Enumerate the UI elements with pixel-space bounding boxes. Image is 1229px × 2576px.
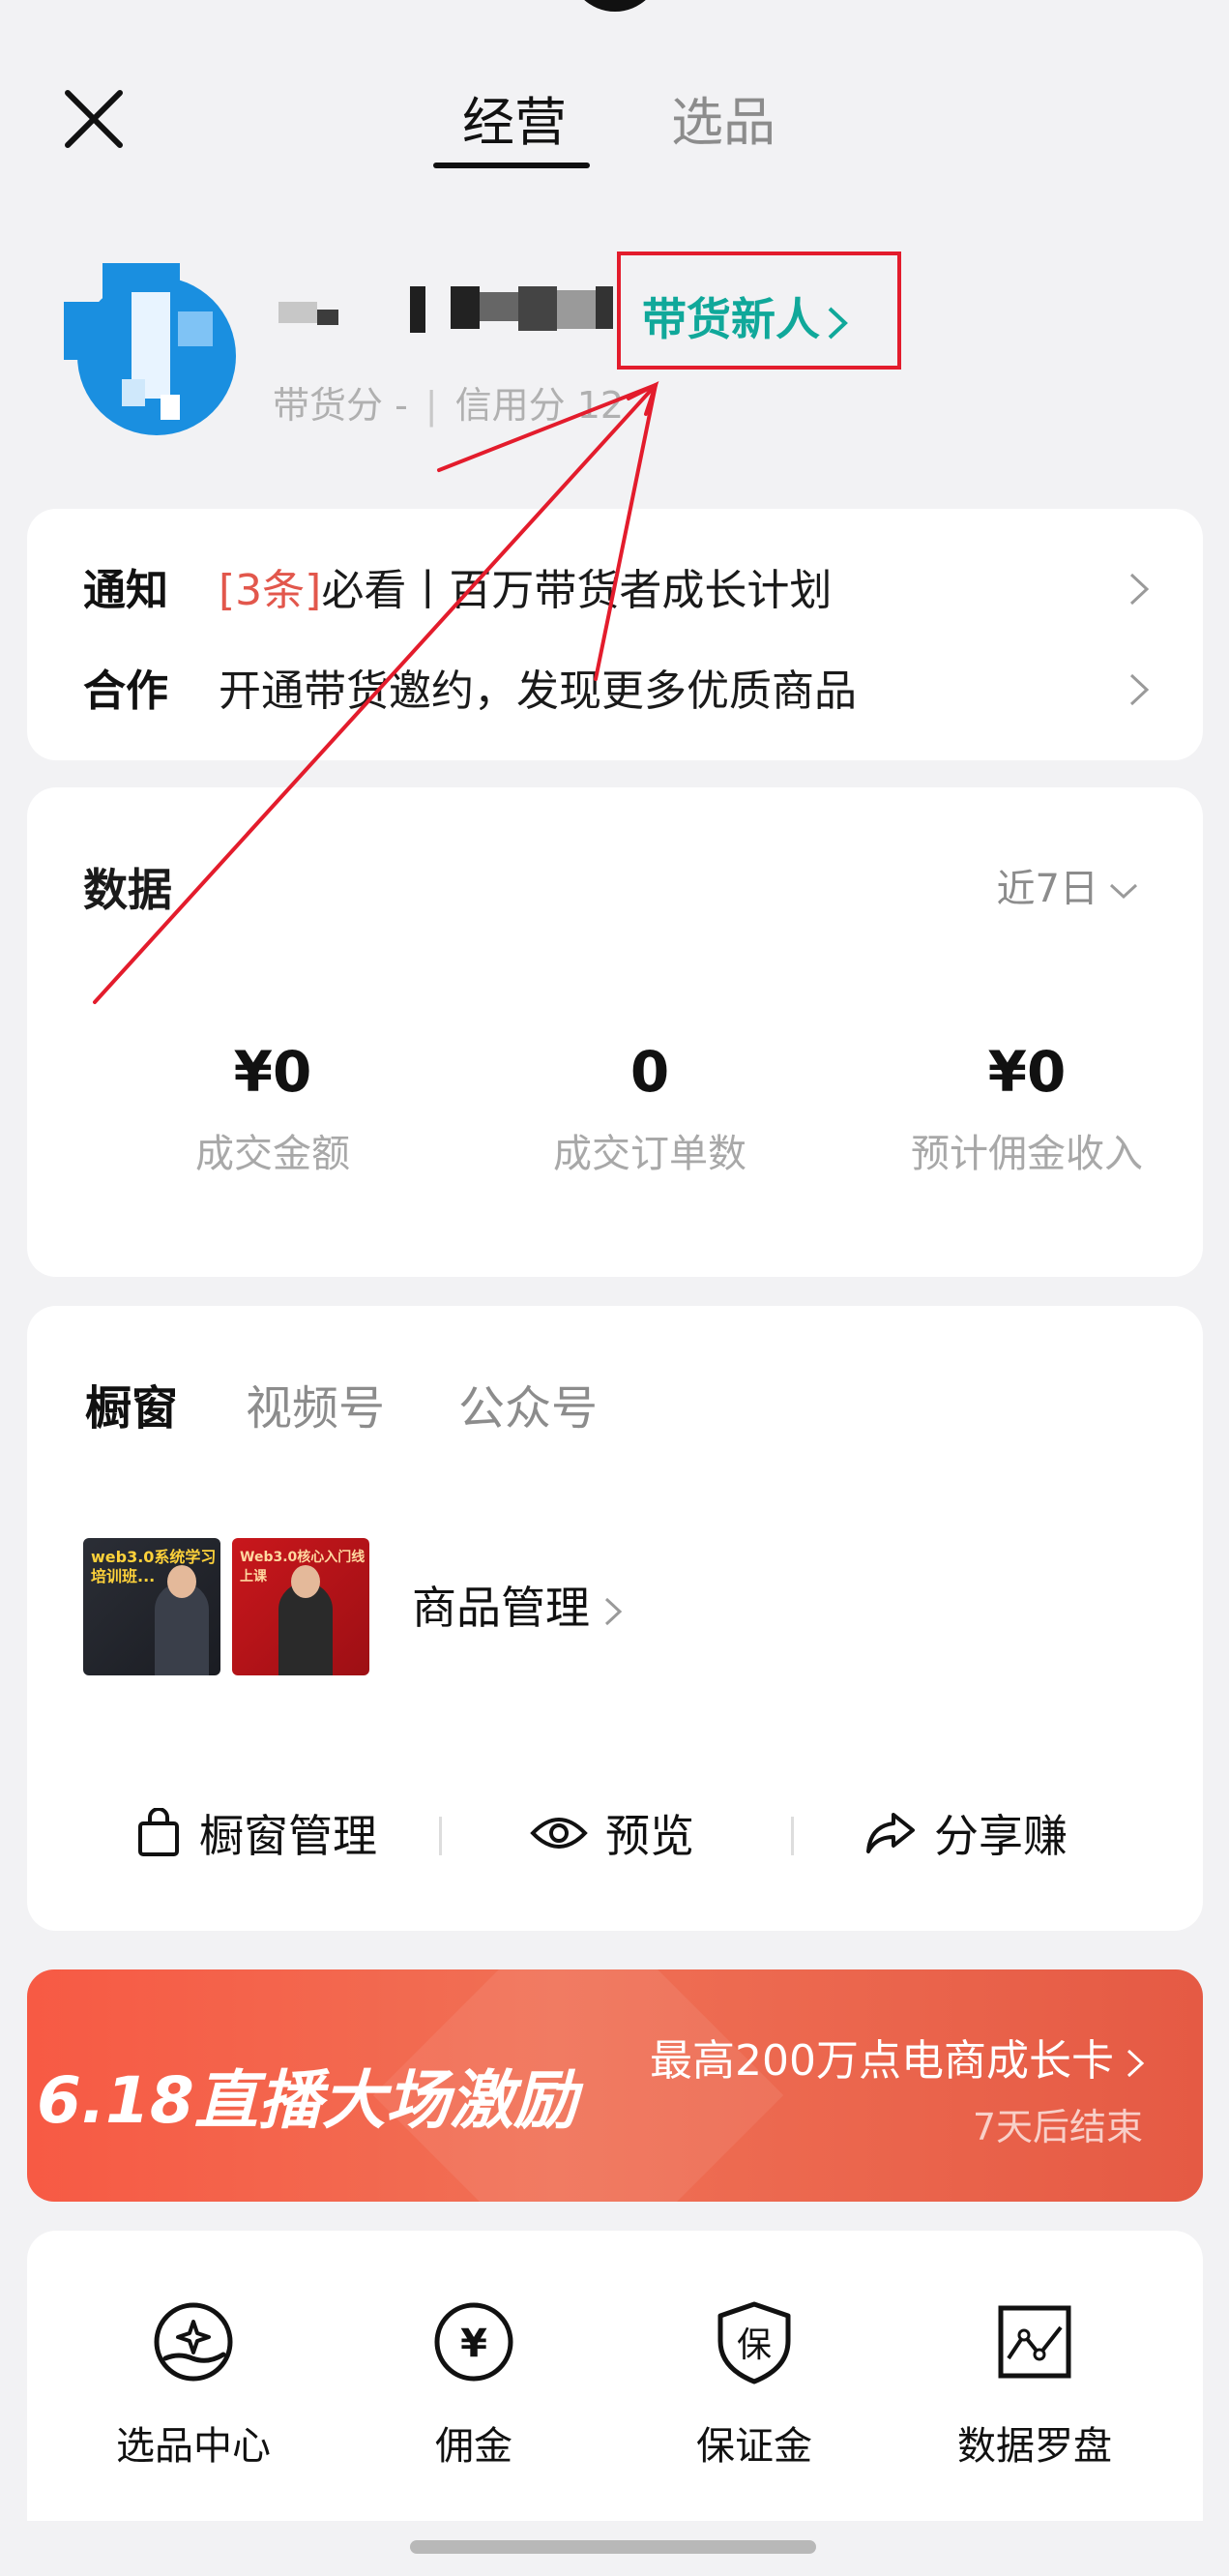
notice-count: [3条]: [219, 566, 322, 615]
notice-label: 合作: [83, 666, 168, 716]
action-label: 预览: [605, 1810, 694, 1862]
tool-product-center[interactable]: 选品中心: [77, 2298, 309, 2471]
promo-reward-text: 最高200万点电商成长卡: [650, 2036, 1114, 2086]
thumbnail-face: [167, 1565, 196, 1598]
promo-reward: 最高200万点电商成长卡: [650, 2026, 1145, 2087]
tool-label: 佣金: [435, 2424, 512, 2469]
tools-card: 选品中心 ¥ 佣金 保 保证金 数据罗盘: [27, 2231, 1203, 2521]
goods-management-link[interactable]: 商品管理: [412, 1573, 623, 1637]
metric-label: 成交金额: [195, 1132, 350, 1176]
header: 经营 选品: [0, 0, 1229, 193]
notice-text: 开通带货邀约，发现更多优质商品: [219, 666, 857, 716]
username-redacted: [278, 282, 613, 339]
divider: [791, 1817, 794, 1855]
tab-operation[interactable]: 经营: [462, 79, 567, 156]
chart-frame-icon: [998, 2305, 1071, 2379]
score-divider: |: [424, 384, 438, 427]
scores-row: 带货分 - | 信用分 12: [273, 375, 624, 429]
metric-label: 成交订单数: [553, 1132, 746, 1176]
svg-text:¥: ¥: [460, 2322, 487, 2366]
period-label: 近7日: [996, 867, 1098, 911]
yen-circle-icon: ¥: [434, 2302, 513, 2382]
metric-value: 0: [629, 1039, 670, 1105]
action-label: 分享赚: [934, 1810, 1068, 1862]
tool-deposit[interactable]: 保 保证金: [638, 2298, 870, 2471]
promo-banner[interactable]: 6.18直播大场激励 最高200万点电商成长卡 7天后结束: [27, 1969, 1203, 2202]
showcase-actions: 橱窗管理 预览 分享赚: [27, 1790, 1203, 1877]
shield-icon: 保: [717, 2301, 791, 2384]
close-button[interactable]: [60, 85, 128, 153]
home-indicator[interactable]: [410, 2540, 816, 2554]
showcase-manage-button[interactable]: 橱窗管理: [135, 1790, 377, 1877]
tool-commission[interactable]: ¥ 佣金: [358, 2298, 590, 2471]
chevron-right-icon: [828, 307, 848, 339]
showcase-card: 橱窗 视频号 公众号 web3.0系统学习 培训班... Web3.0核心入门线…: [27, 1306, 1203, 1931]
notice-card: 通知 [3条]必看丨百万带货者成长计划 合作 开通带货邀约，发现更多优质商品: [27, 509, 1203, 760]
metric-gmv[interactable]: ¥0 成交金额: [118, 1039, 427, 1178]
hand-sparkle-icon: [154, 2302, 233, 2382]
close-icon: [65, 90, 123, 148]
chevron-right-icon: [604, 1597, 623, 1625]
metric-orders[interactable]: 0 成交订单数: [495, 1039, 805, 1178]
thumbnail-face: [291, 1565, 320, 1598]
tab-showcase[interactable]: 橱窗: [85, 1370, 178, 1437]
tool-label: 保证金: [696, 2424, 812, 2469]
thumbnail-caption: web3.0系统学习 培训班...: [91, 1548, 217, 1585]
newcomer-badge-button[interactable]: 带货新人: [617, 252, 901, 370]
tab-video-channel[interactable]: 视频号: [246, 1370, 385, 1437]
notice-label: 通知: [83, 566, 168, 615]
shopping-bag-icon: [138, 1808, 179, 1856]
notice-text: 必看丨百万带货者成长计划: [321, 566, 833, 615]
tool-data-compass[interactable]: 数据罗盘: [919, 2298, 1151, 2471]
data-card: 数据 近7日 ¥0 成交金额 0 成交订单数 ¥0 预计佣金收入: [27, 787, 1203, 1277]
tool-label: 选品中心: [116, 2424, 271, 2469]
chevron-right-icon: [1129, 573, 1150, 606]
chevron-right-icon: [1129, 673, 1150, 706]
action-label: 橱窗管理: [199, 1810, 377, 1862]
divider: [439, 1817, 442, 1855]
metric-value: ¥0: [233, 1039, 312, 1105]
active-tab-indicator: [433, 163, 590, 168]
avatar[interactable]: [64, 263, 238, 437]
share-icon: [866, 1813, 915, 1853]
metric-value: ¥0: [987, 1039, 1067, 1105]
tool-label: 数据罗盘: [957, 2424, 1112, 2469]
notice-row-notification[interactable]: 通知 [3条]必看丨百万带货者成长计划: [83, 555, 1176, 623]
profile-section: 带货新人 带货分 - | 信用分 12: [0, 242, 1229, 455]
chevron-down-icon: [1109, 883, 1138, 900]
product-thumbnail[interactable]: Web3.0核心入门线上课: [232, 1538, 369, 1675]
notice-row-cooperation[interactable]: 合作 开通带货邀约，发现更多优质商品: [83, 656, 1176, 724]
goods-management-label: 商品管理: [412, 1582, 590, 1634]
promo-countdown: 7天后结束: [972, 2106, 1143, 2148]
product-thumbnail[interactable]: web3.0系统学习 培训班...: [83, 1538, 220, 1675]
shield-glyph: 保: [737, 2325, 772, 2365]
tab-product-selection[interactable]: 选品: [671, 79, 775, 156]
metric-commission[interactable]: ¥0 预计佣金收入: [872, 1039, 1182, 1178]
credit-score: 信用分 12: [454, 384, 625, 427]
data-title: 数据: [83, 864, 172, 916]
promo-title: 6.18直播大场激励: [37, 2063, 577, 2138]
tab-official-account[interactable]: 公众号: [458, 1370, 598, 1437]
eye-icon: [530, 1818, 588, 1849]
newcomer-badge-label: 带货新人: [642, 284, 849, 348]
period-selector[interactable]: 近7日: [997, 857, 1139, 913]
chevron-right-icon: [1127, 2049, 1145, 2078]
sales-score: 带货分 -: [273, 384, 408, 427]
metric-label: 预计佣金收入: [911, 1132, 1143, 1176]
share-earn-button[interactable]: 分享赚: [864, 1790, 1068, 1877]
preview-button[interactable]: 预览: [530, 1790, 694, 1877]
